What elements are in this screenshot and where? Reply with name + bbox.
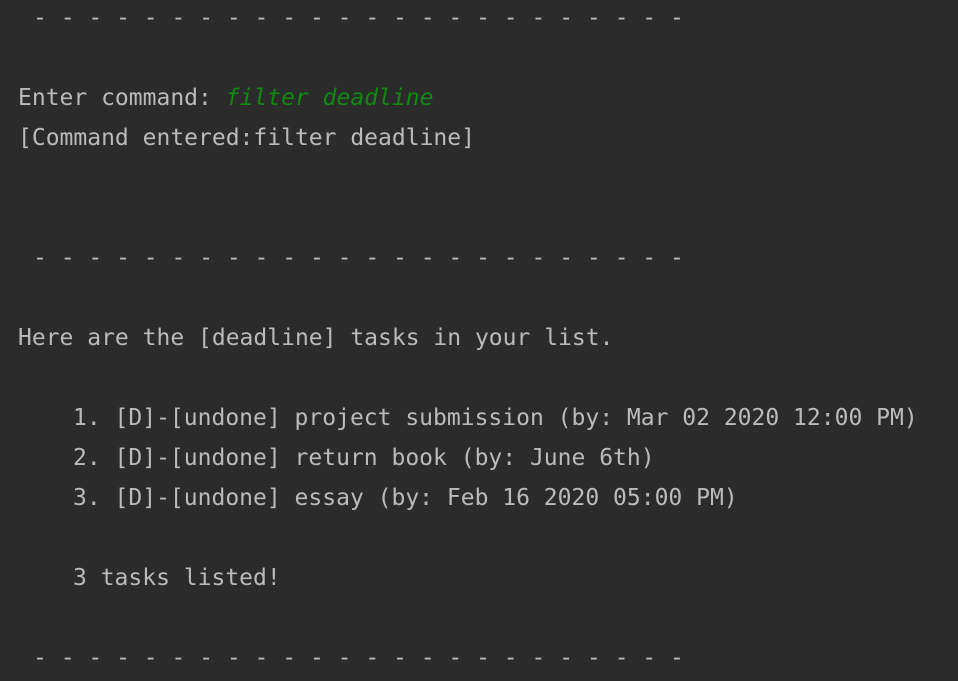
task-count-summary: 3 tasks listed!: [73, 565, 281, 591]
user-command-input[interactable]: filter deadline: [226, 85, 434, 111]
task-list-item: 2. [D]-[undone] return book (by: June 6t…: [73, 445, 655, 471]
separator-line-top: - - - - - - - - - - - - - - - - - - - - …: [33, 5, 684, 31]
separator-line-middle: - - - - - - - - - - - - - - - - - - - - …: [33, 245, 684, 271]
task-list-item: 1. [D]-[undone] project submission (by: …: [73, 405, 918, 431]
command-echo: [Command entered:filter deadline]: [18, 125, 475, 151]
task-list-item: 3. [D]-[undone] essay (by: Feb 16 2020 0…: [73, 485, 738, 511]
separator-line-bottom: - - - - - - - - - - - - - - - - - - - - …: [33, 645, 684, 671]
command-prompt-line: Enter command: filter deadline: [18, 78, 433, 118]
result-header: Here are the [deadline] tasks in your li…: [18, 325, 614, 351]
prompt-label: Enter command:: [18, 85, 226, 111]
